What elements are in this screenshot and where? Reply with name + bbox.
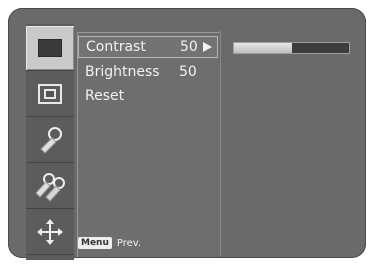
tab-tools[interactable] — [26, 118, 74, 163]
prev-label: Prev. — [116, 237, 142, 249]
tab-screen[interactable] — [26, 72, 74, 117]
menu-key-badge[interactable]: Menu — [78, 237, 112, 249]
menu-item-value: 50 — [179, 64, 197, 80]
multi-key-icon — [35, 173, 65, 202]
menu-item-label: Reset — [85, 88, 125, 104]
tab-move[interactable] — [26, 210, 74, 255]
move-arrows-icon — [37, 219, 63, 245]
menu-item-label: Brightness — [85, 64, 160, 80]
picture-icon — [38, 39, 62, 57]
tool-key-icon — [40, 127, 62, 154]
slider-fill — [234, 43, 292, 53]
adjust-panel — [220, 30, 356, 256]
tab-picture[interactable] — [26, 26, 74, 71]
menu-item-brightness[interactable]: Brightness 50 — [78, 61, 218, 83]
arrow-right-icon — [203, 42, 212, 52]
footer-hint: Menu Prev. — [78, 232, 141, 254]
contrast-slider[interactable] — [233, 42, 350, 54]
screen-position-icon — [38, 84, 62, 104]
menu-item-value: 50 — [180, 39, 198, 55]
menu-item-label: Contrast — [86, 39, 146, 55]
tab-options[interactable] — [26, 164, 74, 209]
menu-item-reset[interactable]: Reset — [78, 85, 218, 107]
menu-item-contrast[interactable]: Contrast 50 — [78, 36, 218, 58]
